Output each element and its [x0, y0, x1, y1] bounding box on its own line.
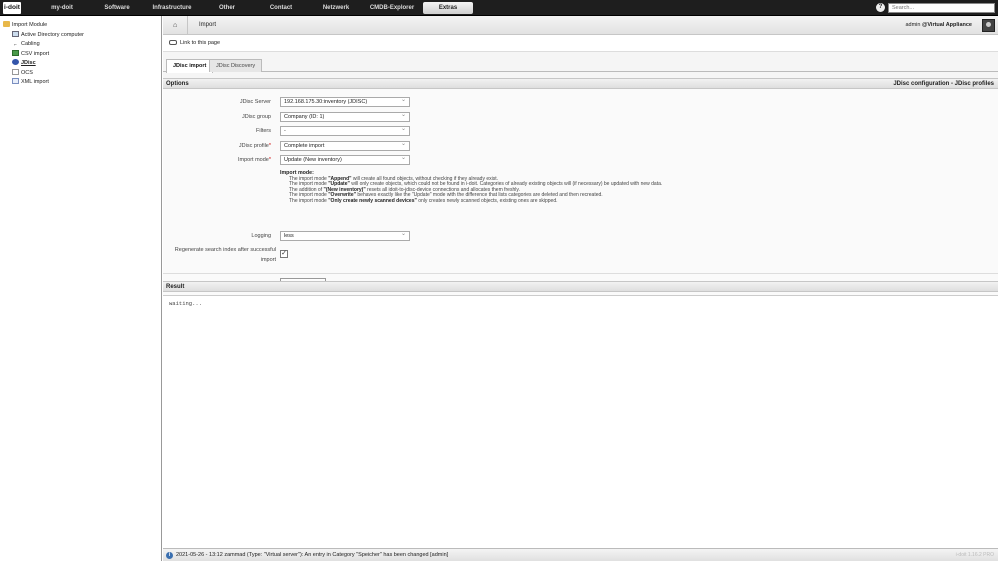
logging-select[interactable]: less — [280, 230, 410, 241]
computer-icon — [12, 31, 19, 37]
sidebar-item-cabling[interactable]: ⌐ Cabling — [12, 40, 40, 49]
link-icon — [169, 40, 177, 45]
link-bar: Link to this page — [163, 35, 998, 52]
logging-label: Logging — [251, 233, 271, 239]
ocs-icon — [12, 69, 19, 75]
required-mark: * — [268, 143, 271, 149]
tab-jdisc-import[interactable]: JDisc import — [166, 59, 214, 73]
tree-root-import-module[interactable]: Import Module — [3, 21, 47, 30]
sidebar-item-csv-import[interactable]: CSV import — [12, 50, 49, 59]
import-mode-label: Import mode* — [237, 157, 271, 163]
filters-select[interactable]: - — [280, 125, 410, 136]
nav-extras[interactable]: Extras — [423, 2, 473, 14]
link-to-page[interactable]: Link to this page — [180, 40, 220, 46]
spreadsheet-icon — [12, 50, 19, 56]
main-content: ⌂ Import admin @Virtual Appliance Link t… — [163, 16, 998, 561]
nav-other[interactable]: Other — [205, 0, 249, 16]
options-form: JDisc Server 192.168.175.30:inventory (J… — [163, 89, 998, 299]
version-label: i-doit 1.16.2 PRO — [955, 552, 994, 558]
regenerate-index-label: Regenerate search index after successful… — [174, 247, 276, 263]
regenerate-index-checkbox[interactable]: ✓ — [280, 250, 288, 258]
sidebar-item-jdisc[interactable]: JDisc — [12, 59, 36, 68]
info-icon: i — [166, 552, 173, 559]
app-logo[interactable]: i-doit — [3, 2, 21, 14]
form-divider — [163, 273, 998, 274]
search-input[interactable] — [888, 3, 995, 13]
cable-icon: ⌐ — [14, 42, 17, 48]
breadcrumb: ⌂ Import admin @Virtual Appliance — [163, 16, 998, 35]
nav-cmdb-explorer[interactable]: CMDB-Explorer — [366, 0, 418, 16]
nav-software[interactable]: Software — [92, 0, 142, 16]
top-navbar: i-doit my-doit Software Infrastructure O… — [0, 0, 998, 16]
sidebar-item-active-directory[interactable]: Active Directory computer — [12, 31, 84, 40]
xml-icon — [12, 78, 19, 84]
jdisc-server-select[interactable]: 192.168.175.30:inventory (JDISC) — [280, 96, 410, 107]
import-mode-help: Import mode: The import mode "Append" wi… — [280, 170, 780, 205]
help-icon[interactable]: ? — [876, 3, 885, 12]
status-message[interactable]: 2021-05-26 - 13:12 zammad (Type: "Virtua… — [176, 552, 448, 558]
import-mode-select[interactable]: Update (New inventory) — [280, 154, 410, 165]
filters-label: Filters — [256, 128, 271, 134]
folder-icon — [3, 21, 10, 27]
nav-my-doit[interactable]: my-doit — [37, 0, 87, 16]
jdisc-icon — [12, 59, 19, 65]
help-line: The import mode "Only create newly scann… — [289, 197, 558, 204]
jdisc-group-label: JDisc group — [241, 114, 271, 120]
result-header: Result — [163, 281, 998, 292]
jdisc-profile-select[interactable]: Complete import — [280, 140, 410, 151]
jdisc-group-select[interactable]: Company (ID: 1) — [280, 111, 410, 122]
user-info[interactable]: admin @Virtual Appliance — [905, 22, 972, 28]
options-header: Options JDisc configuration - JDisc prof… — [163, 78, 998, 89]
jdisc-profile-label: JDisc profile* — [238, 143, 271, 149]
status-bar: i 2021-05-26 - 13:12 zammad (Type: "Virt… — [163, 548, 998, 561]
sidebar-tree: Import Module Active Directory computer … — [0, 16, 162, 561]
required-mark: * — [268, 157, 271, 163]
nav-contact[interactable]: Contact — [258, 0, 304, 16]
sidebar-item-ocs[interactable]: OCS — [12, 69, 33, 78]
nav-netzwerk[interactable]: Netzwerk — [312, 0, 360, 16]
nav-infrastructure[interactable]: Infrastructure — [146, 0, 198, 16]
breadcrumb-separator — [187, 16, 188, 35]
home-icon[interactable]: ⌂ — [173, 22, 177, 29]
jdisc-server-label: JDisc Server — [239, 99, 271, 105]
result-text: waiting... — [169, 300, 203, 307]
result-output: waiting... — [163, 295, 998, 548]
sidebar-item-xml-import[interactable]: XML import — [12, 78, 49, 87]
tab-jdisc-discovery[interactable]: JDisc Discovery — [209, 59, 263, 72]
breadcrumb-import[interactable]: Import — [199, 22, 216, 28]
avatar[interactable] — [982, 19, 995, 32]
tab-bar: JDisc import JDisc Discovery — [163, 57, 998, 73]
